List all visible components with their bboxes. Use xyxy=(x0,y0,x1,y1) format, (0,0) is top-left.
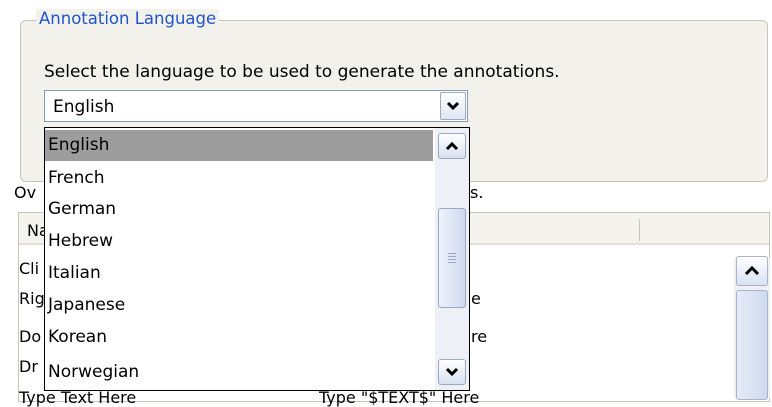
table-row-cell[interactable]: Do xyxy=(19,327,41,346)
chevron-down-icon xyxy=(445,367,459,377)
combo-value: English xyxy=(53,97,115,117)
grip-icon xyxy=(448,262,456,263)
language-dropdown-list[interactable]: English French German Hebrew Italian Jap… xyxy=(44,127,470,391)
list-item-french[interactable]: French xyxy=(45,163,433,194)
overview-label-tail: s. xyxy=(470,183,484,202)
group-title: Annotation Language xyxy=(36,9,220,28)
overview-label: Ov xyxy=(14,183,37,202)
scroll-thumb[interactable] xyxy=(438,208,466,308)
scroll-up-button[interactable] xyxy=(438,133,466,159)
chevron-up-icon xyxy=(445,141,459,151)
list-item-japanese[interactable]: Japanese xyxy=(45,290,433,321)
grip-icon xyxy=(448,256,456,257)
group-description: Select the language to be used to genera… xyxy=(44,62,560,82)
language-combo[interactable]: English xyxy=(44,90,468,122)
table-row-cell[interactable]: re xyxy=(471,327,487,346)
list-item-italian[interactable]: Italian xyxy=(45,258,433,289)
combo-dropdown-button[interactable] xyxy=(440,92,466,120)
dropdown-scrollbar[interactable] xyxy=(435,128,469,390)
list-item-german[interactable]: German xyxy=(45,194,433,225)
table-row-cell[interactable]: Cli xyxy=(19,259,39,278)
list-item-english[interactable]: English xyxy=(45,130,433,161)
chevron-down-icon xyxy=(446,101,460,111)
grip-icon xyxy=(448,259,456,260)
list-item-hebrew[interactable]: Hebrew xyxy=(45,226,433,257)
table-row-cell[interactable]: Dr xyxy=(19,357,38,376)
table-scroll-thumb[interactable] xyxy=(736,290,768,400)
column-divider[interactable] xyxy=(639,219,640,241)
list-item-norwegian[interactable]: Norwegian xyxy=(45,357,433,388)
scroll-down-button[interactable] xyxy=(438,359,466,385)
table-scroll-up-button[interactable] xyxy=(736,256,768,286)
chevron-up-icon xyxy=(744,265,760,276)
grip-icon xyxy=(448,253,456,254)
table-row-cell[interactable]: Rig xyxy=(19,289,45,308)
table-row-cell[interactable]: e xyxy=(471,289,481,308)
list-item-korean[interactable]: Korean xyxy=(45,322,433,353)
